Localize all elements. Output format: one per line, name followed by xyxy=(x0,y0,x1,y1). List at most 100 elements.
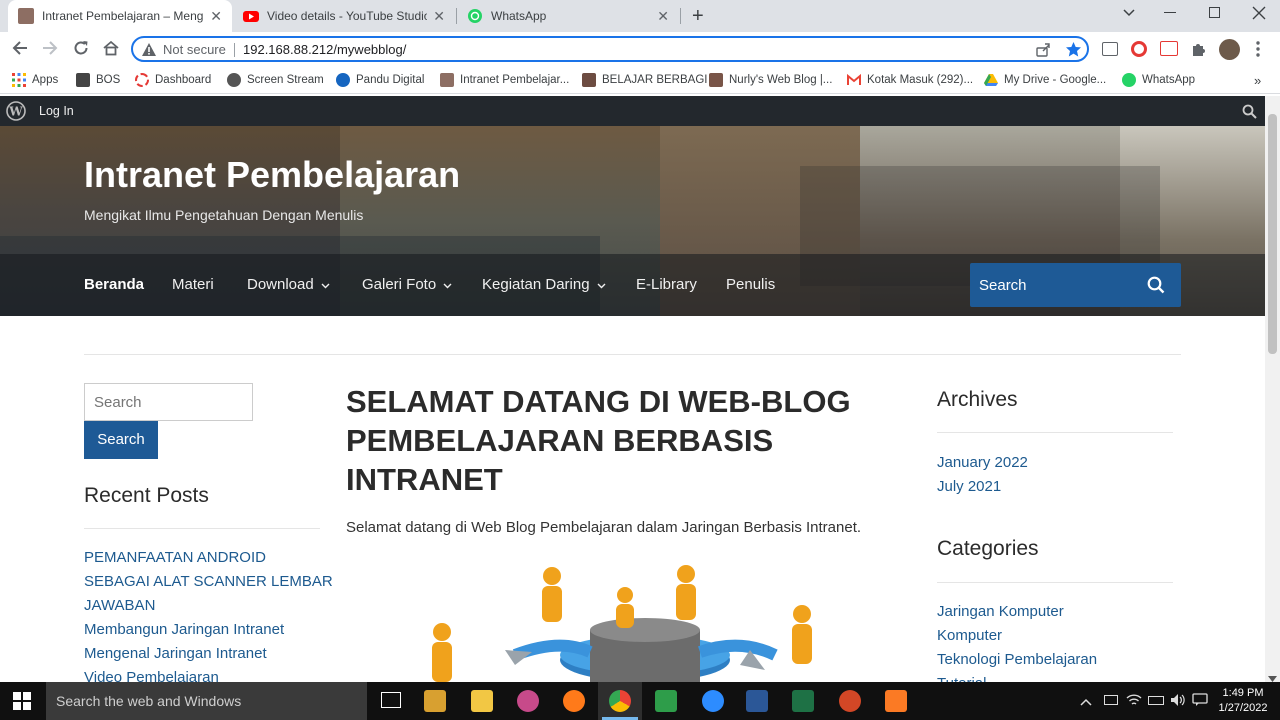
recent-post-link[interactable]: Membangun Jaringan Intranet xyxy=(84,621,284,638)
recent-post-link[interactable]: Mengenal Jaringan Intranet xyxy=(84,645,267,662)
home-icon[interactable] xyxy=(101,39,121,59)
reading-list-icon[interactable] xyxy=(1102,42,1118,56)
share-icon[interactable] xyxy=(1035,42,1051,63)
bookmarks-overflow-button[interactable]: » xyxy=(1254,71,1261,89)
firefox-icon[interactable] xyxy=(563,690,585,712)
dashboard-icon xyxy=(135,73,149,87)
screen-cast-extension-icon[interactable] xyxy=(1160,41,1178,56)
category-link[interactable]: Jaringan Komputer xyxy=(937,603,1064,620)
tab-youtube-studio[interactable]: Video details - YouTube Studio ✕ xyxy=(233,0,455,32)
bookmark-google-drive[interactable]: My Drive - Google... xyxy=(984,71,1106,89)
network-monitor-icon[interactable] xyxy=(1104,695,1118,705)
zoom-icon[interactable] xyxy=(702,690,724,712)
nav-beranda[interactable]: Beranda xyxy=(84,276,144,293)
battery-icon[interactable] xyxy=(1148,696,1164,705)
volume-icon[interactable] xyxy=(1170,693,1186,712)
tray-chevron-up-icon[interactable] xyxy=(1080,694,1092,712)
recent-post-link[interactable]: JAWABAN xyxy=(84,597,155,614)
scroll-down-arrow-icon[interactable] xyxy=(1268,670,1277,682)
bookmark-label: Dashboard xyxy=(155,74,212,86)
paint-app-icon[interactable] xyxy=(517,690,539,712)
taskbar-clock[interactable]: 1:49 PM 1/27/2022 xyxy=(1212,686,1274,716)
bookmark-screen-stream[interactable]: Screen Stream xyxy=(227,71,324,89)
wifi-icon[interactable] xyxy=(1126,693,1142,712)
chevron-down-icon xyxy=(597,283,606,289)
recent-post-link[interactable]: PEMANFAATAN ANDROID xyxy=(84,549,266,566)
tab-intranet[interactable]: Intranet Pembelajaran – Mengika ✕ xyxy=(8,0,232,32)
tab-separator xyxy=(680,8,681,24)
restore-icon[interactable] xyxy=(1209,7,1220,18)
browser-menu-icon[interactable] xyxy=(1256,40,1260,58)
nav-download[interactable]: Download xyxy=(247,276,330,293)
excel-icon[interactable] xyxy=(792,690,814,712)
reload-icon[interactable] xyxy=(71,39,91,59)
tab-search-chevron-icon[interactable] xyxy=(1122,6,1136,20)
opera-extension-icon[interactable] xyxy=(1131,41,1147,57)
close-tab-icon[interactable]: ✕ xyxy=(210,8,222,25)
admin-search-icon[interactable] xyxy=(1242,104,1257,124)
login-link[interactable]: Log In xyxy=(39,104,74,118)
new-tab-button[interactable]: + xyxy=(692,5,704,28)
media-player-icon[interactable] xyxy=(424,690,446,712)
not-secure-warning-icon[interactable] xyxy=(141,42,157,62)
close-tab-icon[interactable]: ✕ xyxy=(657,8,669,25)
widget-divider xyxy=(937,582,1173,583)
nav-galeri-foto[interactable]: Galeri Foto xyxy=(362,276,452,293)
nav-materi[interactable]: Materi xyxy=(172,276,214,293)
archive-link[interactable]: January 2022 xyxy=(937,454,1028,471)
camtasia-icon[interactable] xyxy=(655,690,677,712)
nav-kegiatan-daring[interactable]: Kegiatan Daring xyxy=(482,276,606,293)
sidebar-search-input[interactable]: Search xyxy=(84,383,253,421)
categories-title: Categories xyxy=(937,537,1039,560)
bookmark-intranet[interactable]: Intranet Pembelajar... xyxy=(440,71,569,89)
tab-title: Intranet Pembelajaran – Mengika xyxy=(42,9,205,23)
bookmark-belajar-berbagi[interactable]: BELAJAR BERBAGI xyxy=(582,71,707,89)
archive-link[interactable]: July 2021 xyxy=(937,478,1001,495)
nav-penulis[interactable]: Penulis xyxy=(726,276,775,293)
search-icon[interactable] xyxy=(1147,276,1165,299)
back-arrow-icon[interactable] xyxy=(10,39,30,59)
tab-whatsapp[interactable]: WhatsApp ✕ xyxy=(457,0,679,32)
close-window-icon[interactable] xyxy=(1252,6,1266,20)
chevron-down-icon xyxy=(443,283,452,289)
bookmark-label: Kotak Masuk (292)... xyxy=(867,74,974,86)
windows-start-icon[interactable] xyxy=(13,692,31,715)
chat-bubble-icon[interactable] xyxy=(1192,693,1208,712)
bookmark-bos[interactable]: BOS xyxy=(76,71,120,89)
sidebar-search-button[interactable]: Search xyxy=(84,421,158,459)
header-search-field[interactable]: Search xyxy=(970,263,1181,307)
bookmark-star-icon[interactable] xyxy=(1065,41,1082,63)
forward-arrow-icon[interactable] xyxy=(40,39,60,59)
minimize-icon[interactable] xyxy=(1164,12,1176,13)
bookmark-apps[interactable]: Apps xyxy=(12,71,58,89)
chrome-icon[interactable] xyxy=(609,690,631,712)
bookmark-whatsapp[interactable]: WhatsApp xyxy=(1122,71,1195,89)
widget-divider xyxy=(937,432,1173,433)
powerpoint-icon[interactable] xyxy=(839,690,861,712)
bookmark-label: Screen Stream xyxy=(247,74,324,86)
site-title[interactable]: Intranet Pembelajaran xyxy=(84,154,460,196)
close-tab-icon[interactable]: ✕ xyxy=(433,8,445,25)
nav-e-library[interactable]: E-Library xyxy=(636,276,697,293)
xampp-icon[interactable] xyxy=(885,690,907,712)
bookmark-pandu-digital[interactable]: Pandu Digital xyxy=(336,71,424,89)
category-link[interactable]: Komputer xyxy=(937,627,1002,644)
bookmark-dashboard[interactable]: Dashboard xyxy=(135,71,211,89)
word-icon[interactable] xyxy=(746,690,768,712)
category-link[interactable]: Teknologi Pembelajaran xyxy=(937,651,1097,668)
task-view-icon[interactable] xyxy=(381,692,401,708)
post-title[interactable]: SELAMAT DATANG DI WEB-BLOG PEMBELAJARAN … xyxy=(346,382,906,499)
bookmark-gmail[interactable]: Kotak Masuk (292)... xyxy=(847,71,973,89)
address-bar[interactable]: Not secure 192.168.88.212/mywebblog/ xyxy=(131,36,1089,62)
header-search-placeholder: Search xyxy=(979,277,1027,294)
wordpress-logo-icon[interactable]: W xyxy=(6,101,26,126)
belajar-berbagi-icon xyxy=(582,73,596,87)
recent-post-link[interactable]: SEBAGAI ALAT SCANNER LEMBAR xyxy=(84,573,333,590)
scrollbar-thumb[interactable] xyxy=(1268,114,1277,354)
profile-avatar[interactable] xyxy=(1219,39,1240,60)
bookmark-nurly-blog[interactable]: Nurly's Web Blog |... xyxy=(709,71,832,89)
taskbar-search-box[interactable]: Search the web and Windows xyxy=(46,682,367,720)
file-explorer-icon[interactable] xyxy=(471,690,493,712)
url-text[interactable]: 192.168.88.212/mywebblog/ xyxy=(243,42,406,57)
extensions-puzzle-icon[interactable] xyxy=(1190,40,1208,63)
